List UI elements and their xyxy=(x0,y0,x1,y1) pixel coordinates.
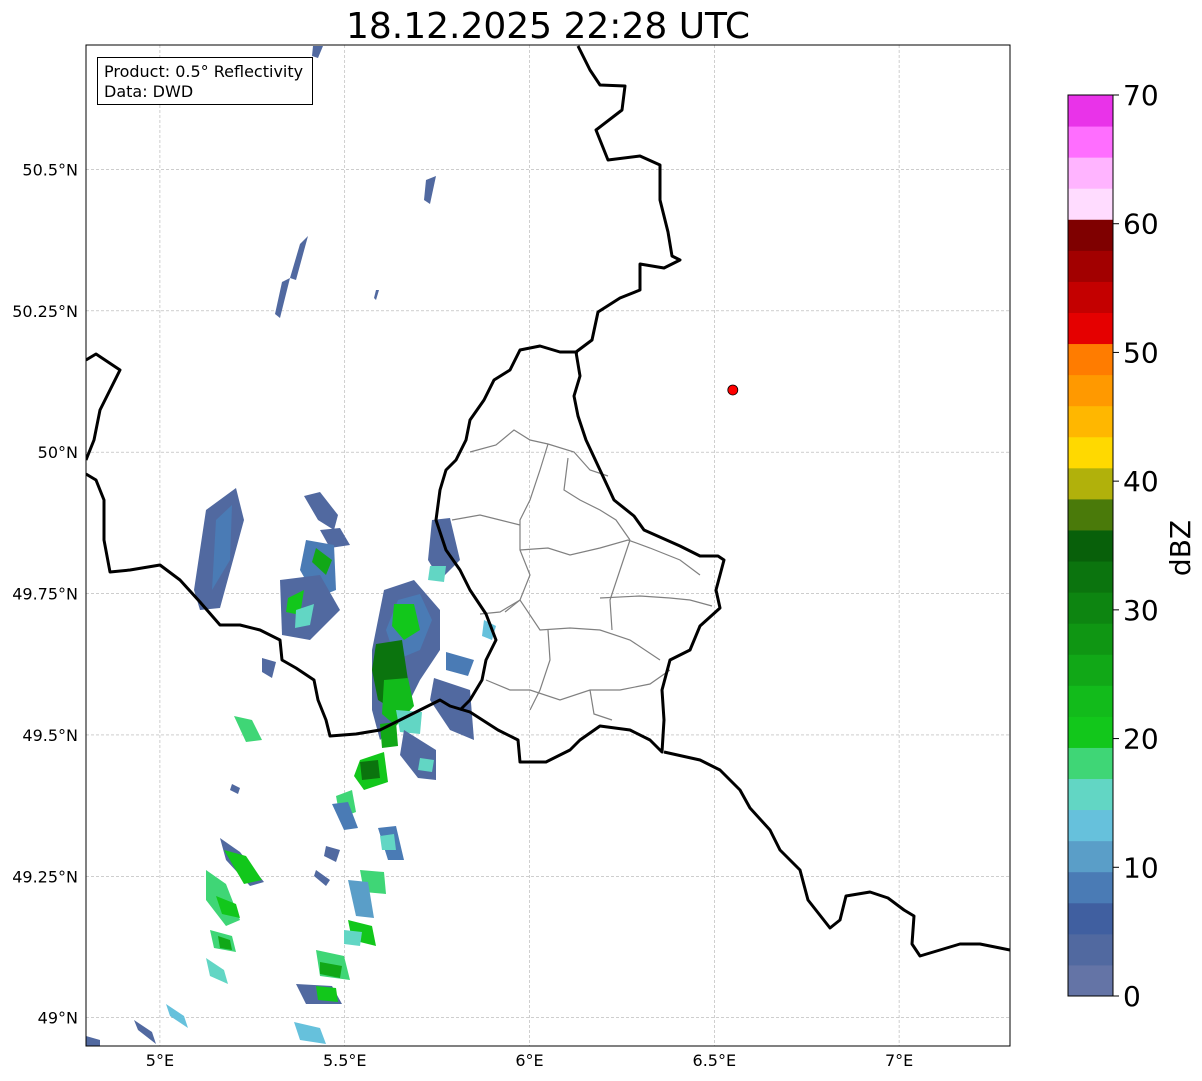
colorbar-segment xyxy=(1068,219,1113,251)
colorbar-segment xyxy=(1068,529,1113,562)
latitude-tick-labels: 50.5°N 50.25°N 50°N 49.75°N 49.5°N 49.25°N 49°… xyxy=(12,160,78,1027)
colorbar-segment xyxy=(1068,343,1113,376)
colorbar-tick-label: 20 xyxy=(1123,723,1159,756)
colorbar-segment xyxy=(1068,871,1113,904)
lat-tick-label: 49.5°N xyxy=(22,726,78,745)
lon-tick-label: 6°E xyxy=(515,1051,543,1070)
colorbar-segment xyxy=(1068,902,1113,935)
lon-tick-label: 7°E xyxy=(885,1051,913,1070)
colorbar-tick-label: 40 xyxy=(1123,465,1159,498)
colorbar-segment xyxy=(1068,561,1113,593)
colorbar-segment xyxy=(1068,188,1113,220)
colorbar-segment xyxy=(1068,747,1113,780)
lat-tick-label: 50°N xyxy=(38,443,78,462)
lat-tick-label: 49.25°N xyxy=(12,867,78,886)
colorbar-segment xyxy=(1068,592,1113,624)
colorbar-tick-label: 30 xyxy=(1123,594,1159,627)
colorbar-tick-label: 0 xyxy=(1123,980,1141,1013)
lat-tick-label: 50.25°N xyxy=(12,302,78,321)
colorbar-tick-labels: 0 10 20 30 40 50 60 70 xyxy=(1113,79,1159,1013)
colorbar xyxy=(1067,94,1114,997)
colorbar-segment xyxy=(1068,685,1113,717)
lat-tick-label: 50.5°N xyxy=(22,160,78,179)
colorbar-segment xyxy=(1068,654,1113,686)
lon-tick-label: 5°E xyxy=(146,1051,174,1070)
colorbar-segment xyxy=(1068,778,1113,811)
radar-map-figure: 18.12.2025 22:28 UTC 5°E 5.5°E 6°E 6.5°E… xyxy=(12,6,1197,1070)
colorbar-segment xyxy=(1068,467,1113,500)
lon-tick-label: 5.5°E xyxy=(323,1051,367,1070)
colorbar-tick-label: 50 xyxy=(1123,336,1159,369)
figure-title: 18.12.2025 22:28 UTC xyxy=(346,6,750,47)
product-info-box: Product: 0.5° Reflectivity Data: DWD xyxy=(97,57,313,105)
colorbar-tick-label: 60 xyxy=(1123,208,1159,241)
colorbar-segment xyxy=(1068,840,1113,873)
longitude-tick-labels: 5°E 5.5°E 6°E 6.5°E 7°E xyxy=(146,1051,913,1070)
colorbar-segment xyxy=(1068,95,1113,127)
colorbar-segment xyxy=(1068,312,1113,345)
colorbar-segment xyxy=(1068,716,1113,748)
colorbar-segment xyxy=(1068,374,1113,407)
data-source-label: Data: DWD xyxy=(104,82,194,101)
colorbar-segment xyxy=(1068,157,1113,189)
colorbar-segment xyxy=(1068,933,1113,966)
colorbar-segment xyxy=(1068,964,1113,997)
colorbar-segment xyxy=(1068,126,1113,158)
lon-tick-label: 6.5°E xyxy=(693,1051,737,1070)
product-label: Product: 0.5° Reflectivity xyxy=(104,62,304,81)
colorbar-segment xyxy=(1068,281,1113,313)
colorbar-segment xyxy=(1068,250,1113,282)
colorbar-tick-label: 70 xyxy=(1123,79,1159,112)
colorbar-segment xyxy=(1068,436,1113,469)
lat-tick-label: 49.75°N xyxy=(12,585,78,604)
colorbar-segment xyxy=(1068,405,1113,438)
colorbar-segment xyxy=(1068,809,1113,842)
colorbar-label: dBZ xyxy=(1164,520,1197,576)
radar-site-marker[interactable] xyxy=(727,384,739,396)
colorbar-segment xyxy=(1068,498,1113,531)
colorbar-segment xyxy=(1068,623,1113,655)
lat-tick-label: 49°N xyxy=(38,1009,78,1028)
colorbar-tick-label: 10 xyxy=(1123,851,1159,884)
